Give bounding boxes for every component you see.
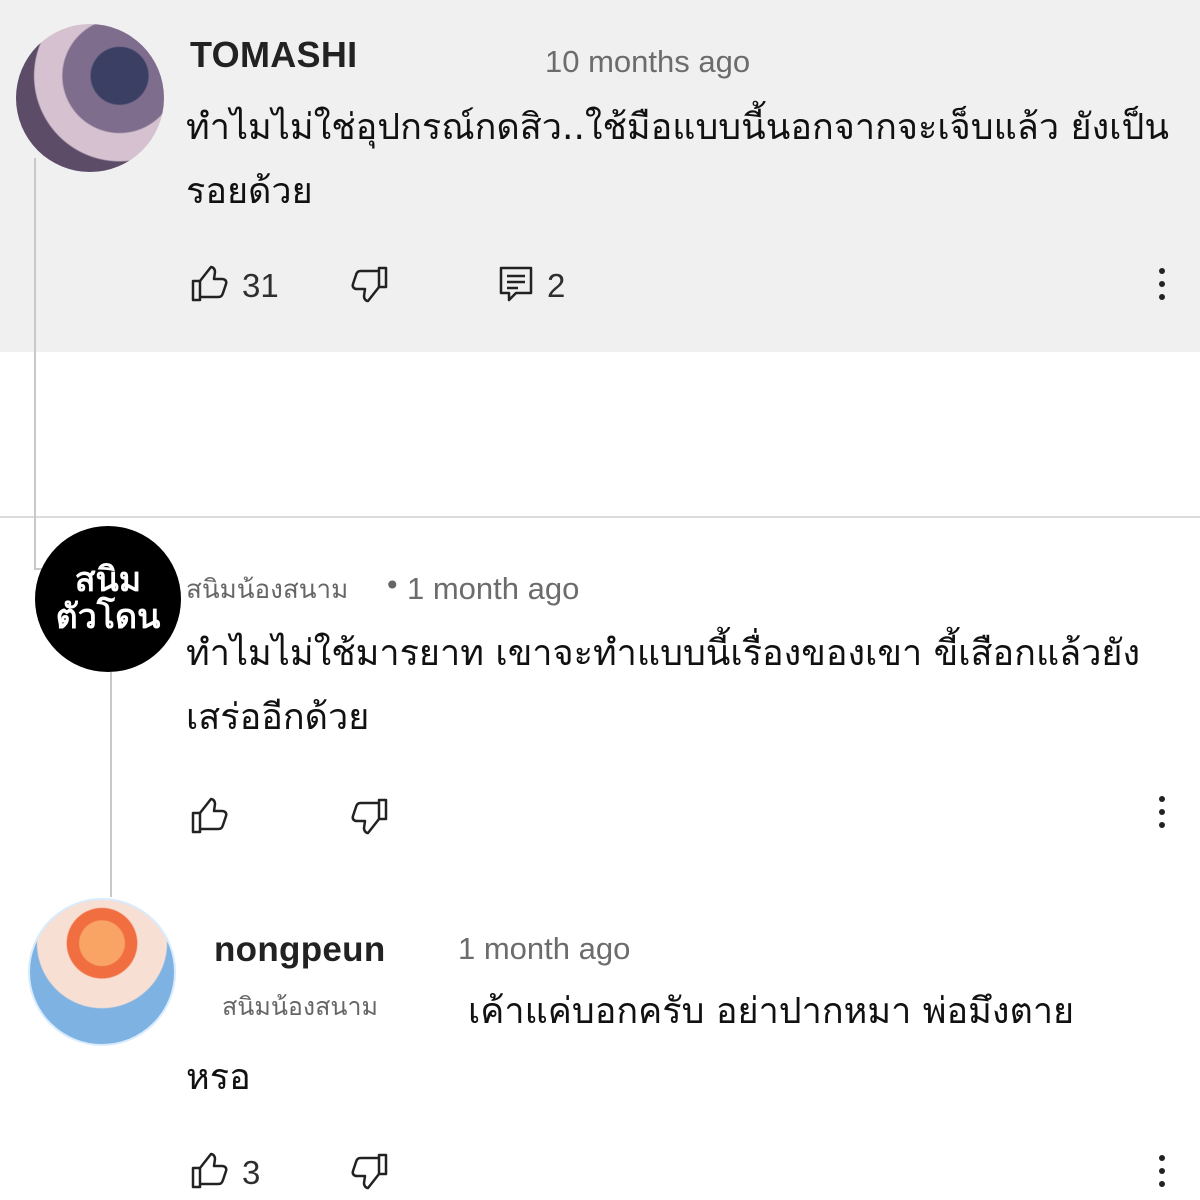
avatar[interactable] [16,24,164,172]
comment-author[interactable]: nongpeun [214,930,386,970]
dislike-icon[interactable] [350,264,390,304]
comment-text-line-1: เค้าแค่บอกครับ อย่าปากหมา พ่อมึงตาย [468,991,1075,1032]
meta-separator: • [384,569,401,602]
mention-handle[interactable]: สนิมน้องสนาม [222,987,378,1027]
comment-author[interactable]: สนิมน้องสนาม [186,569,348,610]
like-icon[interactable] [189,796,229,836]
comment-text-line-2: หรอ [186,1057,251,1098]
avatar[interactable] [28,898,176,1046]
like-count: 3 [242,1154,261,1191]
more-options-icon[interactable] [1153,1153,1171,1189]
dislike-icon[interactable] [350,796,390,836]
avatar[interactable]: สนิม ตัวโดน [35,526,181,672]
comment-text: ทำไมไม่ใช้มารยาท เขาจะทำแบบนี้เรื่องของเ… [186,633,1141,738]
like-count: 31 [242,267,279,304]
avatar-text-line2: ตัวโดน [55,597,161,637]
more-options-icon[interactable] [1153,266,1171,302]
comment-time: 1 month ago [407,571,580,606]
reply-icon[interactable] [496,264,536,304]
more-options-icon[interactable] [1153,794,1171,830]
like-icon[interactable] [189,1151,229,1191]
comment-time: 1 month ago [458,931,631,966]
comment-time: 10 months ago [545,44,751,79]
reply-count: 2 [547,267,566,304]
comment-text: ทำไมไม่ใช่อุปกรณ์กดสิว..ใช้มือแบบนี้นอกจ… [186,107,1169,212]
empty-space [0,352,1200,517]
comment-author[interactable]: TOMASHI [190,34,357,76]
thread-line [110,672,112,897]
section-divider [0,516,1200,518]
like-icon[interactable] [189,264,229,304]
dislike-icon[interactable] [350,1151,390,1191]
avatar-text-line1: สนิม [74,560,142,601]
thread-line [34,158,36,570]
